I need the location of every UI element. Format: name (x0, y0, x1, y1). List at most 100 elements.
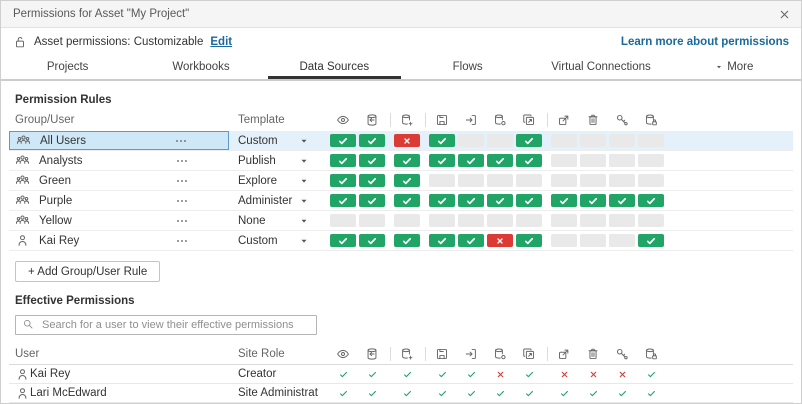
more-actions-button[interactable] (175, 214, 189, 228)
capability-cell-allow[interactable] (516, 234, 542, 247)
more-actions-button[interactable] (175, 154, 189, 168)
capability-cell-allow[interactable] (429, 234, 455, 247)
permission-rule-row[interactable]: YellowNone (9, 211, 793, 231)
capability-cell-none[interactable] (429, 214, 455, 227)
capability-cell-none[interactable] (487, 214, 513, 227)
group-user-cell[interactable]: Purple (9, 191, 229, 210)
group-user-cell[interactable]: Green (9, 171, 229, 190)
capability-cell-none[interactable] (638, 214, 664, 227)
capability-cell-allow[interactable] (609, 194, 635, 207)
capability-cell-allow[interactable] (359, 134, 385, 147)
capability-cell-allow[interactable] (429, 134, 455, 147)
capability-cell-allow[interactable] (429, 154, 455, 167)
permission-rule-row[interactable]: Kai ReyCustom (9, 231, 793, 251)
group-user-cell[interactable]: Kai Rey (9, 231, 229, 250)
capability-cell-allow[interactable] (394, 234, 420, 247)
capability-cell-none[interactable] (580, 174, 606, 187)
capability-cell-allow[interactable] (359, 234, 385, 247)
capability-cell-none[interactable] (551, 154, 577, 167)
capability-cell-allow[interactable] (516, 154, 542, 167)
capability-cell-none[interactable] (638, 174, 664, 187)
capability-cell-allow[interactable] (330, 154, 356, 167)
capability-cell-none[interactable] (330, 214, 356, 227)
capability-cell-allow[interactable] (359, 154, 385, 167)
tab-projects[interactable]: Projects (1, 55, 134, 79)
template-dropdown[interactable]: None (229, 211, 319, 230)
capability-cell-allow[interactable] (458, 194, 484, 207)
group-user-cell[interactable]: All Users (9, 131, 229, 150)
add-group-user-rule-button[interactable]: + Add Group/User Rule (15, 261, 160, 282)
capability-cell-allow[interactable] (429, 194, 455, 207)
capability-cell-allow[interactable] (394, 194, 420, 207)
capability-cell-none[interactable] (487, 134, 513, 147)
capability-cell-allow[interactable] (458, 154, 484, 167)
capability-cell-allow[interactable] (394, 154, 420, 167)
permission-rule-row[interactable]: AnalystsPublish (9, 151, 793, 171)
capability-cell-none[interactable] (580, 214, 606, 227)
capability-cell-allow[interactable] (487, 194, 513, 207)
tab-workbooks[interactable]: Workbooks (134, 55, 267, 79)
template-dropdown[interactable]: Administer (229, 191, 319, 210)
capability-cell-none[interactable] (394, 214, 420, 227)
capability-cell-deny[interactable] (487, 234, 513, 247)
effective-search-input[interactable] (40, 318, 310, 332)
more-actions-button[interactable] (175, 174, 189, 188)
capability-cell-allow[interactable] (330, 234, 356, 247)
template-dropdown[interactable]: Explore (229, 171, 319, 190)
capability-cell-allow[interactable] (330, 194, 356, 207)
capability-cell-none[interactable] (551, 214, 577, 227)
capability-cell-none[interactable] (487, 174, 513, 187)
group-user-cell[interactable]: Analysts (9, 151, 229, 170)
tab-virtual-connections[interactable]: Virtual Connections (534, 55, 667, 79)
capability-cell-allow[interactable] (516, 194, 542, 207)
capability-cell-deny[interactable] (394, 134, 420, 147)
capability-cell-none[interactable] (580, 134, 606, 147)
template-dropdown[interactable]: Publish (229, 151, 319, 170)
capability-cell-none[interactable] (638, 154, 664, 167)
capability-cell-none[interactable] (609, 134, 635, 147)
capability-cell-none[interactable] (551, 174, 577, 187)
capability-cell-none[interactable] (609, 154, 635, 167)
close-button[interactable] (778, 8, 791, 21)
capability-cell-allow[interactable] (580, 194, 606, 207)
capability-cell-none[interactable] (551, 234, 577, 247)
capability-cell-none[interactable] (609, 234, 635, 247)
more-actions-button[interactable] (174, 134, 188, 148)
capability-cell-allow[interactable] (516, 134, 542, 147)
tab-data-sources[interactable]: Data Sources (268, 55, 401, 79)
more-actions-button[interactable] (175, 194, 189, 208)
capability-cell-none[interactable] (516, 214, 542, 227)
template-dropdown[interactable]: Custom (229, 131, 319, 150)
capability-cell-none[interactable] (638, 134, 664, 147)
capability-cell-allow[interactable] (487, 154, 513, 167)
capability-cell-none[interactable] (580, 154, 606, 167)
capability-cell-none[interactable] (516, 174, 542, 187)
capability-cell-allow[interactable] (638, 234, 664, 247)
permission-rule-row[interactable]: All UsersCustom (9, 131, 793, 151)
capability-cell-allow[interactable] (359, 174, 385, 187)
more-actions-button[interactable] (175, 234, 189, 248)
template-dropdown[interactable]: Custom (229, 231, 319, 250)
tab-more[interactable]: More (668, 55, 801, 79)
group-user-cell[interactable]: Yellow (9, 211, 229, 230)
capability-cell-none[interactable] (551, 134, 577, 147)
capability-cell-none[interactable] (609, 174, 635, 187)
capability-cell-none[interactable] (609, 214, 635, 227)
capability-cell-allow[interactable] (638, 194, 664, 207)
capability-cell-none[interactable] (429, 174, 455, 187)
capability-cell-none[interactable] (580, 234, 606, 247)
capability-cell-allow[interactable] (394, 174, 420, 187)
tab-flows[interactable]: Flows (401, 55, 534, 79)
capability-cell-none[interactable] (359, 214, 385, 227)
edit-link[interactable]: Edit (210, 36, 232, 48)
learn-more-link[interactable]: Learn more about permissions (621, 36, 789, 48)
capability-cell-allow[interactable] (330, 174, 356, 187)
capability-cell-allow[interactable] (551, 194, 577, 207)
capability-cell-none[interactable] (458, 174, 484, 187)
capability-cell-none[interactable] (458, 214, 484, 227)
capability-cell-none[interactable] (458, 134, 484, 147)
capability-cell-allow[interactable] (458, 234, 484, 247)
permission-rule-row[interactable]: GreenExplore (9, 171, 793, 191)
permission-rule-row[interactable]: PurpleAdminister (9, 191, 793, 211)
capability-cell-allow[interactable] (359, 194, 385, 207)
